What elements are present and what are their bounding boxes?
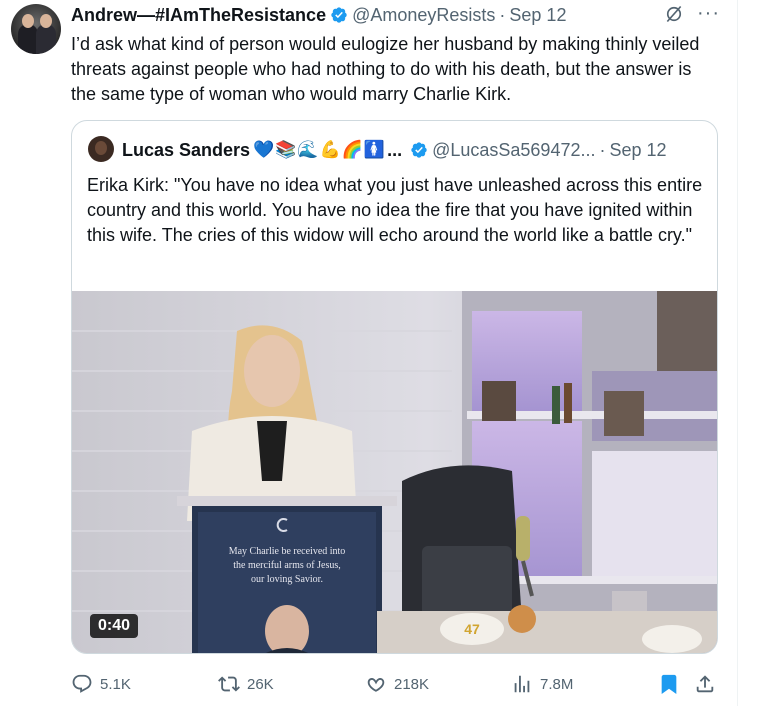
quoted-tweet-header: Lucas Sanders 💙📚🌊💪🌈🚺 ... @LucasSa569472.… bbox=[122, 138, 667, 162]
like-count: 218K bbox=[394, 675, 430, 693]
author-avatar[interactable] bbox=[11, 4, 61, 54]
column-divider bbox=[737, 0, 738, 706]
name-truncation: ... bbox=[387, 139, 403, 160]
grok-icon[interactable] bbox=[664, 4, 684, 24]
quoted-author-name[interactable]: Lucas Sanders bbox=[122, 140, 250, 161]
video-frame: May Charlie be received into the mercifu… bbox=[72, 291, 717, 653]
views-button[interactable]: 7.8M bbox=[511, 670, 573, 698]
video-player[interactable]: May Charlie be received into the mercifu… bbox=[72, 291, 717, 653]
separator-dot: · bbox=[599, 139, 606, 160]
repost-button[interactable]: 26K bbox=[218, 670, 274, 698]
repost-icon bbox=[218, 676, 240, 692]
reply-button[interactable]: 5.1K bbox=[71, 670, 131, 698]
quoted-tweet-date[interactable]: Sep 12 bbox=[609, 140, 666, 161]
video-duration-badge: 0:40 bbox=[90, 614, 139, 638]
repost-count: 26K bbox=[247, 675, 274, 693]
bookmark-icon bbox=[661, 674, 677, 695]
share-button[interactable] bbox=[694, 670, 723, 698]
sign-line-1: May Charlie be received into bbox=[229, 546, 346, 557]
quoted-author-handle[interactable]: @LucasSa569472... bbox=[432, 140, 595, 161]
analytics-icon bbox=[514, 675, 530, 693]
quoted-author-emojis: 💙📚🌊💪🌈🚺 bbox=[253, 140, 387, 159]
tweet-text: I’d ask what kind of person would eulogi… bbox=[71, 34, 700, 104]
separator-dot: · bbox=[499, 4, 506, 25]
quoted-tweet-text: Erika Kirk: "You have no idea what you j… bbox=[87, 175, 703, 245]
more-options-button[interactable]: ··· bbox=[697, 2, 720, 25]
action-bar: 5.1K 26K 218K 7.8M bbox=[71, 670, 721, 698]
author-name[interactable]: Andrew—#IAmTheResistance bbox=[71, 5, 326, 26]
heart-icon bbox=[367, 678, 385, 692]
verified-badge-icon bbox=[411, 142, 427, 158]
share-icon bbox=[696, 675, 714, 693]
quoted-tweet[interactable]: Lucas Sanders 💙📚🌊💪🌈🚺 ... @LucasSa569472.… bbox=[71, 120, 718, 654]
author-handle[interactable]: @AmoneyResists bbox=[352, 5, 495, 26]
reply-icon bbox=[72, 674, 92, 693]
quoted-author-avatar[interactable] bbox=[88, 136, 114, 162]
sign-line-2: the merciful arms of Jesus, bbox=[233, 560, 340, 571]
hat-text: 47 bbox=[464, 621, 480, 637]
view-count: 7.8M bbox=[540, 675, 574, 693]
tweet-date[interactable]: Sep 12 bbox=[509, 5, 566, 26]
reply-count: 5.1K bbox=[100, 675, 131, 693]
tweet-header: Andrew—#IAmTheResistance @AmoneyResists … bbox=[71, 4, 566, 26]
like-button[interactable]: 218K bbox=[365, 670, 429, 698]
bookmark-button[interactable] bbox=[658, 670, 687, 698]
sign-line-3: our loving Savior. bbox=[251, 574, 323, 585]
verified-badge-icon bbox=[331, 7, 347, 23]
